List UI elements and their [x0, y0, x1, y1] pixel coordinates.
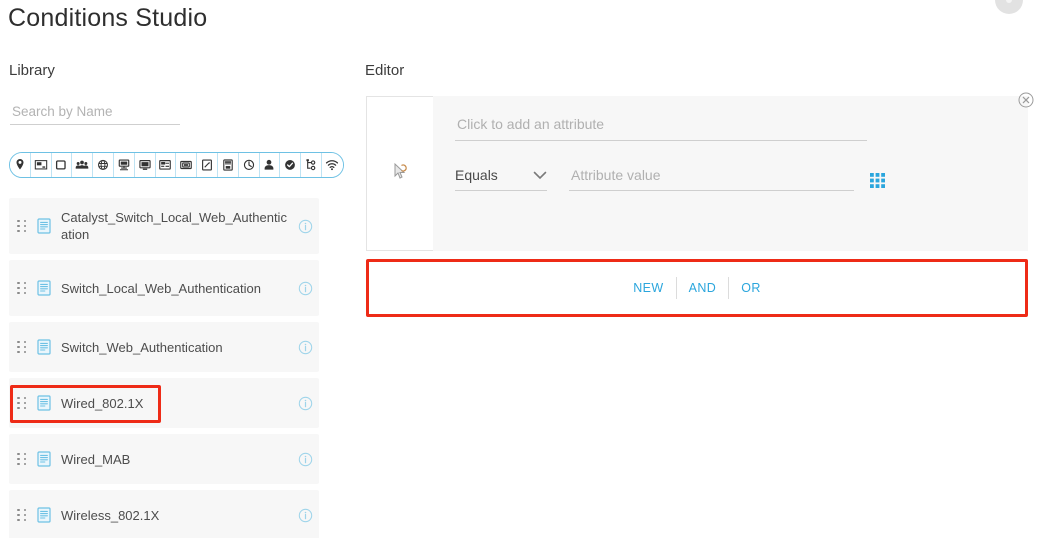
condition-document-icon	[37, 395, 51, 411]
wifi-icon	[325, 158, 339, 172]
editor-condition-card: Equals	[366, 96, 1028, 251]
library-item-label: Switch_Web_Authentication	[61, 339, 223, 355]
attribute-value-field-wrap[interactable]	[569, 167, 854, 191]
library-heading: Library	[9, 62, 55, 79]
filter-square-outline-icon[interactable]	[51, 153, 73, 177]
globe-icon	[96, 158, 110, 172]
condition-document-icon	[37, 218, 51, 234]
or-condition-button[interactable]: OR	[729, 281, 773, 295]
condition-document-icon	[37, 280, 51, 296]
filter-port-icon[interactable]	[155, 153, 177, 177]
close-circle-icon[interactable]	[1018, 92, 1034, 108]
port-icon	[158, 158, 172, 172]
library-list-next-row-partial	[9, 530, 319, 538]
info-icon[interactable]	[298, 219, 313, 234]
filter-network-access-icon[interactable]	[113, 153, 135, 177]
library-condition-list[interactable]: Catalyst_Switch_Local_Web_Authentication…	[9, 198, 319, 538]
editor-heading: Editor	[365, 62, 405, 79]
posture-icon	[200, 158, 214, 172]
identity-group-icon	[75, 158, 89, 172]
filter-topology-icon[interactable]	[301, 153, 322, 177]
drag-handle-icon[interactable]	[17, 219, 28, 233]
drop-target-cursor-icon	[392, 162, 408, 185]
condition-row: Equals	[455, 167, 1000, 191]
attribute-field-wrap[interactable]	[455, 116, 867, 141]
info-icon[interactable]	[298, 340, 313, 355]
user-icon	[262, 158, 276, 172]
condition-document-icon	[37, 451, 51, 467]
attribute-input[interactable]	[455, 116, 867, 141]
info-icon[interactable]	[298, 452, 313, 467]
radius-icon	[179, 158, 193, 172]
check-circle-icon	[283, 158, 297, 172]
filter-identity-group-icon[interactable]	[72, 153, 94, 177]
filter-posture-icon[interactable]	[197, 153, 218, 177]
filter-user-icon[interactable]	[259, 153, 281, 177]
operator-select[interactable]: Equals	[455, 167, 547, 191]
library-item-label: Catalyst_Switch_Local_Web_Authentication	[61, 210, 287, 242]
library-list-item[interactable]: Switch_Local_Web_Authentication	[9, 260, 319, 316]
clock-icon	[242, 158, 256, 172]
condition-document-icon	[37, 339, 51, 355]
library-list-item[interactable]: Switch_Web_Authentication	[9, 322, 319, 372]
library-list-item[interactable]: Wired_802.1X	[9, 378, 319, 428]
filter-server-icon[interactable]	[217, 153, 239, 177]
library-search[interactable]	[10, 103, 180, 125]
desktop-device-icon	[138, 158, 152, 172]
library-item-label: Wired_MAB	[61, 451, 131, 467]
filter-network-device-icon[interactable]	[30, 153, 52, 177]
library-list-item[interactable]: Wired_MAB	[9, 434, 319, 484]
grid-picker-icon[interactable]	[870, 173, 885, 188]
search-input[interactable]	[10, 104, 180, 125]
network-device-icon	[34, 158, 48, 172]
drag-handle-icon[interactable]	[17, 452, 28, 466]
filter-desktop-device-icon[interactable]	[134, 153, 156, 177]
network-access-icon	[117, 158, 131, 172]
library-item-label: Switch_Local_Web_Authentication	[61, 280, 261, 296]
drag-handle-icon[interactable]	[17, 281, 28, 295]
new-condition-button[interactable]: NEW	[621, 281, 675, 295]
condition-document-icon	[37, 507, 51, 523]
operator-value: Equals	[455, 167, 498, 183]
info-icon[interactable]	[298, 396, 313, 411]
filter-globe-icon[interactable]	[93, 153, 114, 177]
partial-help-badge	[995, 0, 1023, 14]
server-icon	[221, 158, 235, 172]
library-filter-toolbar[interactable]	[9, 152, 344, 178]
library-item-label: Wireless_802.1X	[61, 507, 160, 523]
square-outline-icon	[54, 158, 68, 172]
filter-location-pin-icon[interactable]	[10, 153, 31, 177]
library-item-label: Wired_802.1X	[61, 395, 144, 411]
drag-handle-icon[interactable]	[17, 508, 28, 522]
page-title: Conditions Studio	[8, 4, 208, 32]
and-condition-button[interactable]: AND	[677, 281, 729, 295]
drag-handle-icon[interactable]	[17, 396, 28, 410]
info-icon[interactable]	[298, 281, 313, 296]
filter-wifi-icon[interactable]	[321, 153, 343, 177]
editor-drop-gutter[interactable]	[366, 96, 433, 251]
logic-operator-bar: NEW AND OR	[369, 262, 1025, 314]
attribute-value-input[interactable]	[569, 167, 854, 191]
filter-radius-icon[interactable]	[176, 153, 198, 177]
library-list-item[interactable]: Catalyst_Switch_Local_Web_Authentication	[9, 198, 319, 254]
info-icon[interactable]	[298, 508, 313, 523]
filter-clock-icon[interactable]	[238, 153, 260, 177]
drag-handle-icon[interactable]	[17, 340, 28, 354]
topology-icon	[304, 158, 318, 172]
chevron-down-icon	[533, 171, 547, 180]
filter-check-circle-icon[interactable]	[280, 153, 302, 177]
location-pin-icon	[13, 158, 27, 172]
